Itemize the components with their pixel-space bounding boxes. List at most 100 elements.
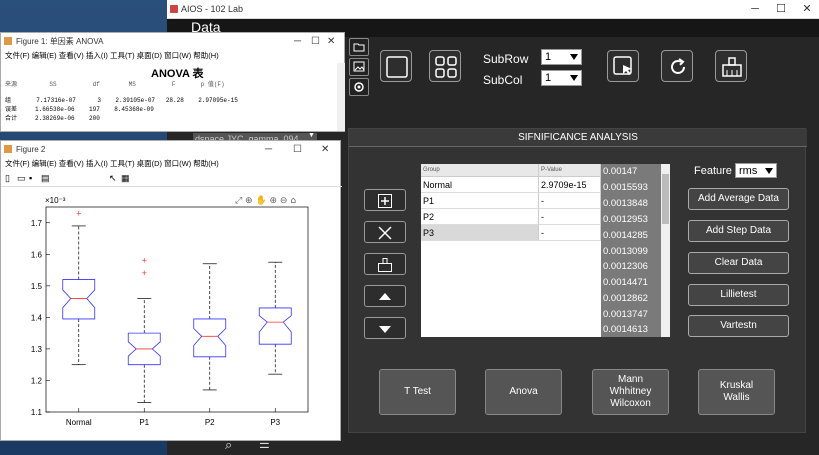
column-header-group[interactable]: Group — [421, 164, 539, 177]
t-test-button[interactable]: T Test — [379, 369, 456, 415]
y-tick-label: 1.3 — [31, 345, 43, 354]
settings-gear-icon[interactable] — [349, 78, 369, 96]
figure2-titlebar: Figure 2 ─ ☐ ✕ — [1, 141, 340, 158]
mann-whitney-label: Mann Whhitney Wilcoxon — [609, 374, 652, 409]
anova-label: Anova — [509, 386, 538, 397]
y-tick-label: 1.5 — [31, 282, 43, 291]
subcol-select[interactable]: 1 — [541, 70, 582, 86]
close-icon[interactable]: ✕ — [797, 3, 817, 16]
figure2-toolbar: ▯ ▭ ▪ ▤ ↖ ▦ — [1, 171, 342, 187]
save-icon[interactable]: ▪ — [29, 173, 32, 183]
subrow-label: SubRow — [483, 52, 529, 66]
subcol-value: 1 — [545, 72, 552, 84]
list-item: 0.0013747 — [603, 309, 648, 320]
plot-area — [45, 206, 309, 413]
anova-button[interactable]: Anova — [485, 369, 562, 415]
table-cell[interactable]: Normal — [421, 177, 539, 193]
list-item: 0.0012862 — [603, 293, 648, 304]
values-scrollbar[interactable] — [661, 164, 670, 337]
anova-row: 误差 1.66538e-06 197 8.45368e-09 — [5, 106, 154, 113]
chevron-down-icon[interactable]: ▼ — [308, 132, 316, 140]
column-header-pvalue[interactable]: P-Value — [539, 164, 601, 177]
table-cell[interactable]: 2.9709e-15 — [539, 177, 601, 193]
list-item: 0.0013099 — [603, 246, 648, 257]
figure2-window: Figure 2 ─ ☐ ✕ 文件(F) 编辑(E) 查看(V) 插入(I) 工… — [0, 140, 342, 441]
move-down-button[interactable] — [364, 317, 406, 339]
clear-data-button[interactable]: Clear Data — [688, 252, 789, 274]
minimize-icon[interactable]: ─ — [265, 141, 272, 158]
clear-brush-button[interactable] — [715, 50, 747, 82]
kruskal-wallis-label: Kruskal Wallis — [719, 380, 754, 403]
print-icon[interactable]: ▤ — [41, 173, 50, 184]
subrow-value: 1 — [545, 51, 552, 63]
figure2-menubar[interactable]: 文件(F) 编辑(E) 查看(V) 插入(I) 工具(T) 桌面(D) 窗口(W… — [1, 158, 340, 169]
subrow-select[interactable]: 1 — [541, 49, 582, 65]
property-editor-icon[interactable]: ▦ — [121, 173, 130, 184]
image-icon[interactable] — [349, 58, 369, 76]
matlab-icon — [4, 37, 12, 45]
add-step-data-button[interactable]: Add Step Data — [688, 220, 789, 242]
add-average-data-button[interactable]: Add Average Data — [688, 188, 789, 210]
axes-toolbar-icons[interactable]: ⤢ ⊕ ✋ ⊕ ⊖ ⌂ — [234, 194, 296, 206]
folder-icon[interactable] — [349, 38, 369, 56]
aios-titlebar: AIOS - 102 Lab ─ ☐ ✕ — [167, 0, 819, 19]
table-cell[interactable]: P1 — [421, 193, 539, 209]
chevron-down-icon — [570, 75, 578, 81]
close-icon[interactable]: ✕ — [327, 33, 335, 50]
pointer-icon[interactable]: ↖ — [109, 173, 117, 184]
select-cursor-button[interactable] — [607, 50, 639, 82]
figure1-titlebar: Figure 1: 单因素 ANOVA ─ ☐ ✕ — [1, 33, 344, 50]
y-tick-label: 1.6 — [31, 250, 43, 259]
panel-title: SIFNIFICANCE ANALYSIS — [349, 129, 807, 147]
clear-brush-button[interactable] — [364, 253, 406, 275]
feature-label: Feature — [694, 165, 732, 177]
figure1-scrollbar[interactable] — [337, 63, 345, 131]
maximize-icon[interactable]: ☐ — [311, 33, 320, 50]
single-layout-button[interactable] — [380, 50, 412, 82]
minimize-icon[interactable]: ─ — [294, 33, 301, 50]
refresh-button[interactable] — [661, 50, 693, 82]
table-cell[interactable]: - — [539, 193, 601, 209]
values-list[interactable]: 0.00147 0.0015593 0.0013848 0.0012953 0.… — [601, 164, 661, 337]
list-item: 0.0013848 — [603, 198, 648, 209]
vartestn-button[interactable]: Vartestn — [688, 315, 789, 337]
close-icon[interactable]: ✕ — [321, 141, 329, 158]
boxplot-chart: ×10⁻³ ⤢ ⊕ ✋ ⊕ ⊖ ⌂ 1.11.21.31.41.51.61.7 … — [31, 194, 309, 427]
minimize-icon[interactable]: ─ — [745, 3, 765, 16]
x-tick-label: P2 — [205, 418, 215, 427]
table-cell[interactable]: P3 — [421, 225, 539, 241]
open-folder-icon[interactable]: ▭ — [17, 173, 26, 184]
mann-whitney-button[interactable]: Mann Whhitney Wilcoxon — [592, 369, 669, 415]
window-title: AIOS - 102 Lab — [181, 4, 244, 14]
kruskal-wallis-button[interactable]: Kruskal Wallis — [698, 369, 775, 415]
grid-layout-button[interactable] — [429, 50, 461, 82]
outlier-marker: + — [142, 256, 147, 266]
subcol-label: SubCol — [483, 73, 523, 87]
app-icon — [170, 5, 178, 13]
figure1-window: Figure 1: 单因素 ANOVA ─ ☐ ✕ 文件(F) 编辑(E) 查看… — [0, 32, 345, 132]
list-item: 0.0012953 — [603, 214, 648, 225]
table-cell[interactable]: - — [539, 225, 601, 241]
feature-select[interactable]: rms — [735, 163, 777, 178]
anova-table-header: 来源 SS df MS F p 值(F) — [5, 81, 225, 88]
chevron-down-icon — [570, 54, 578, 60]
list-item: 0.0014285 — [603, 230, 648, 241]
matlab-icon — [4, 145, 12, 153]
maximize-icon[interactable]: ☐ — [293, 141, 302, 158]
x-tick-label: P3 — [270, 418, 280, 427]
results-table: Group P-Value Normal 2.9709e-15 P1 - P2 … — [421, 164, 601, 337]
figure2-title: Figure 2 — [16, 145, 46, 154]
table-cell[interactable]: P2 — [421, 209, 539, 225]
new-file-icon[interactable]: ▯ — [5, 173, 10, 184]
chevron-down-icon — [765, 168, 773, 174]
maximize-icon[interactable]: ☐ — [771, 3, 791, 16]
t-test-label: T Test — [404, 386, 431, 397]
add-button[interactable] — [364, 189, 406, 211]
delete-button[interactable] — [364, 221, 406, 243]
y-tick-label: 1.2 — [31, 376, 43, 385]
scrollbar-thumb[interactable] — [662, 174, 669, 224]
table-cell[interactable]: - — [539, 209, 601, 225]
lillietest-button[interactable]: Lillietest — [688, 284, 789, 306]
move-up-button[interactable] — [364, 285, 406, 307]
figure1-menubar[interactable]: 文件(F) 编辑(E) 查看(V) 插入(I) 工具(T) 桌面(D) 窗口(W… — [1, 50, 344, 61]
